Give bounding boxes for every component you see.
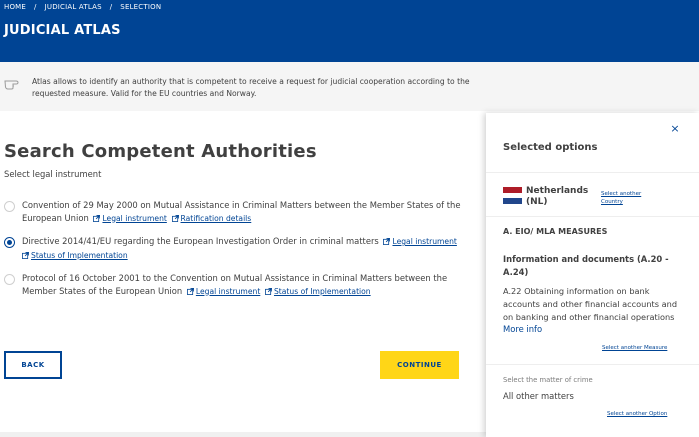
status-of-implementation-link[interactable]: Status of Implementation (31, 251, 128, 260)
close-icon[interactable]: × (670, 123, 680, 135)
breadcrumb-home[interactable]: HOME (4, 3, 26, 11)
ratification-details-link[interactable]: Ratification details (181, 214, 252, 223)
country-name: Netherlands (526, 186, 589, 196)
external-link-icon (171, 214, 179, 222)
radio-button[interactable] (4, 274, 15, 285)
select-another-country-link[interactable]: Select another Country (601, 190, 661, 206)
radio-button-selected[interactable] (4, 237, 15, 248)
more-info-link[interactable]: More info (503, 324, 542, 334)
continue-button[interactable]: CONTINUE (380, 351, 459, 379)
external-link-icon (93, 214, 101, 222)
measure-description: A.22 Obtaining information on bank accou… (503, 286, 678, 322)
divider (486, 216, 699, 217)
page-title: JUDICIAL ATLAS (4, 23, 121, 38)
crime-matter-label: Select the matter of crime (503, 376, 593, 384)
breadcrumb-separator: / (34, 3, 37, 11)
divider (486, 364, 699, 365)
legal-instrument-link[interactable]: Legal instrument (102, 214, 166, 223)
external-link-icon (265, 287, 272, 295)
measures-section-heading: A. EIO/ MLA MEASURES (503, 227, 608, 236)
external-link-icon (383, 238, 391, 245)
external-link-icon (22, 251, 29, 259)
option-label: Directive 2014/41/EU regarding the Europ… (22, 236, 379, 246)
footer-divider (0, 432, 486, 437)
crime-matter-value: All other matters (503, 391, 574, 401)
select-another-option-link[interactable]: Select another Option (607, 411, 667, 417)
header-bar: HOME / JUDICIAL ATLAS / SELECTION JUDICI… (0, 0, 699, 62)
breadcrumb-judicial-atlas[interactable]: JUDICIAL ATLAS (45, 3, 102, 11)
external-link-icon (186, 287, 194, 295)
instrument-option-convention-2000[interactable]: Convention of 29 May 2000 on Mutual Assi… (4, 199, 464, 225)
legal-instrument-link[interactable]: Legal instrument (196, 287, 260, 296)
breadcrumb-selection: SELECTION (120, 3, 162, 11)
netherlands-flag-icon (503, 187, 522, 204)
option-text: Protocol of 16 October 2001 to the Conve… (22, 272, 464, 298)
pointing-hand-icon (4, 80, 19, 90)
selected-country: Netherlands (NL) (526, 186, 588, 208)
instrument-option-directive-2014-41[interactable]: Directive 2014/41/EU regarding the Europ… (4, 235, 464, 262)
option-text: Directive 2014/41/EU regarding the Europ… (22, 235, 457, 262)
instrument-option-protocol-2001[interactable]: Protocol of 16 October 2001 to the Conve… (4, 272, 464, 298)
country-code: (NL) (526, 197, 548, 207)
legal-instrument-link[interactable]: Legal instrument (392, 237, 456, 246)
radio-button[interactable] (4, 201, 15, 212)
option-text: Convention of 29 May 2000 on Mutual Assi… (22, 199, 464, 225)
select-another-measure-link[interactable]: Select another Measure (602, 345, 667, 351)
divider (486, 172, 699, 173)
panel-title: Selected options (503, 142, 598, 153)
search-heading: Search Competent Authorities (4, 141, 317, 162)
info-text: Atlas allows to identify an authority th… (32, 77, 470, 98)
breadcrumb-separator: / (109, 3, 113, 11)
back-button[interactable]: BACK (4, 351, 62, 379)
breadcrumb: HOME / JUDICIAL ATLAS / SELECTION (4, 3, 161, 11)
status-of-implementation-link[interactable]: Status of Implementation (274, 287, 371, 296)
select-instrument-label: Select legal instrument (4, 169, 102, 179)
measure-title: Information and documents (A.20 - A.24) (503, 254, 669, 277)
